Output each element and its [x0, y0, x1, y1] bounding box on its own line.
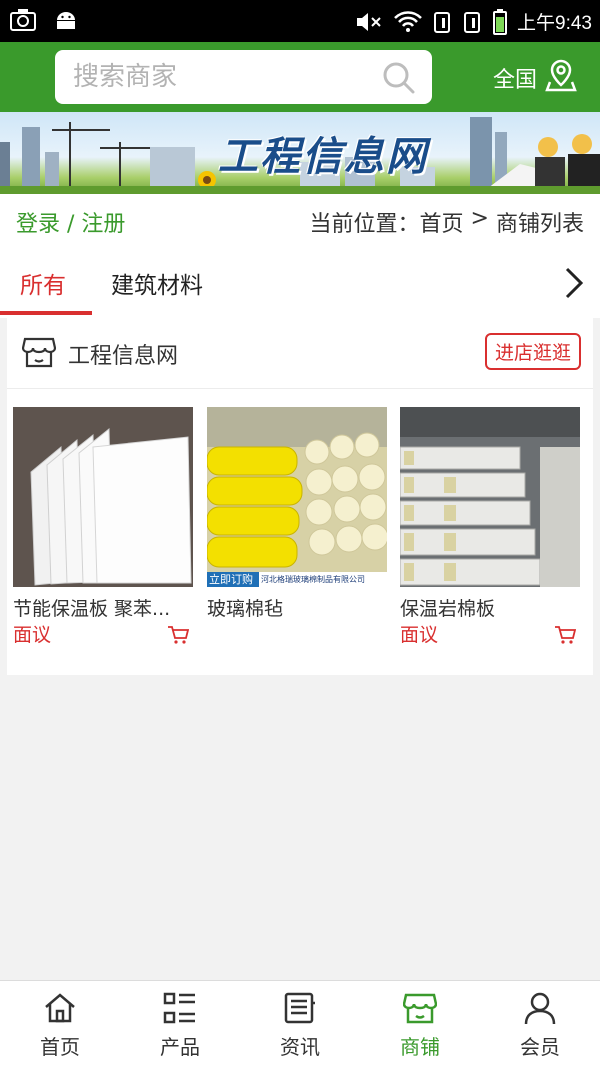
nav-home-label: 首页: [40, 1035, 80, 1059]
chevron-right-icon[interactable]: [562, 266, 586, 304]
battery-icon: [493, 8, 508, 35]
product-name[interactable]: 节能保温板 聚苯...: [13, 594, 193, 621]
nav-products[interactable]: 产品: [120, 981, 240, 1067]
region-label: 全国: [493, 68, 538, 93]
product-image-insulation-board[interactable]: [13, 407, 193, 587]
image-caption-order: 立即订购: [209, 573, 253, 586]
banner[interactable]: 工程信息网: [0, 112, 600, 194]
nav-home[interactable]: 首页: [0, 981, 120, 1067]
nav-news[interactable]: 资讯: [240, 981, 360, 1067]
store-icon: [21, 335, 57, 373]
bottom-nav: 首页 产品 资讯 商铺 会员: [0, 980, 600, 1067]
tab-all[interactable]: 所有: [20, 266, 66, 300]
nav-stores[interactable]: 商铺: [360, 981, 480, 1067]
product-price: 面议: [13, 624, 52, 646]
search-box[interactable]: [55, 50, 432, 104]
tab-building-materials[interactable]: 建筑材料: [111, 266, 203, 300]
store-icon: [402, 991, 438, 1029]
breadcrumb-separator: >: [463, 206, 496, 231]
shop-name[interactable]: 工程信息网: [68, 338, 178, 370]
search-icon[interactable]: [382, 61, 416, 99]
status-bar: 上午9:43: [0, 0, 600, 42]
product-image-glass-wool[interactable]: 立即订购 河北格瑞玻璃棉制品有限公司: [207, 407, 387, 587]
status-time: 上午9:43: [517, 13, 592, 34]
visit-store-button[interactable]: 进店逛逛: [485, 333, 581, 370]
region-selector[interactable]: 全国: [493, 58, 577, 98]
product-price: 面议: [400, 624, 439, 646]
breadcrumb-current: 商铺列表: [495, 212, 584, 237]
news-icon: [283, 991, 317, 1029]
breadcrumb-prefix: 当前位置：: [309, 212, 420, 237]
cart-icon[interactable]: [554, 625, 577, 649]
breadcrumb-bar: 登录 / 注册 当前位置： 首页 > 商铺列表: [0, 194, 600, 248]
mute-icon: [355, 10, 383, 34]
nav-products-label: 产品: [160, 1035, 200, 1059]
shop-header: 工程信息网 进店逛逛: [7, 318, 593, 389]
breadcrumb-home[interactable]: 首页: [420, 206, 464, 238]
login-register-link[interactable]: 登录 / 注册: [16, 206, 125, 238]
wifi-icon: [393, 10, 423, 34]
home-icon: [43, 991, 77, 1029]
nav-member-label: 会员: [520, 1035, 560, 1059]
active-tab-indicator: [0, 311, 92, 315]
user-icon: [523, 991, 557, 1029]
android-icon: [54, 8, 78, 32]
product-name[interactable]: 保温岩棉板: [400, 594, 580, 621]
location-pin-icon: [545, 58, 577, 98]
image-caption-company: 河北格瑞玻璃棉制品有限公司: [261, 575, 365, 584]
category-tabs: 所有 建筑材料: [0, 248, 600, 318]
signal-icon-2: [463, 10, 483, 34]
camera-icon: [10, 8, 36, 32]
search-input[interactable]: [73, 50, 373, 104]
nav-member[interactable]: 会员: [480, 981, 600, 1067]
nav-news-label: 资讯: [280, 1035, 320, 1059]
signal-icon: [433, 10, 453, 34]
banner-title: 工程信息网: [218, 133, 428, 180]
product-image-rock-wool-board[interactable]: [400, 407, 580, 587]
list-icon: [163, 991, 197, 1029]
breadcrumb: 当前位置： 首页 > 商铺列表: [310, 206, 584, 238]
shop-card: 工程信息网 进店逛逛 节能保温板 聚苯... 面议 立即订购 河北格瑞玻璃棉制品…: [7, 318, 593, 675]
top-header: 全国: [0, 42, 600, 112]
product-name[interactable]: 玻璃棉毡: [207, 594, 387, 621]
cart-icon[interactable]: [167, 625, 190, 649]
nav-stores-label: 商铺: [400, 1035, 440, 1059]
